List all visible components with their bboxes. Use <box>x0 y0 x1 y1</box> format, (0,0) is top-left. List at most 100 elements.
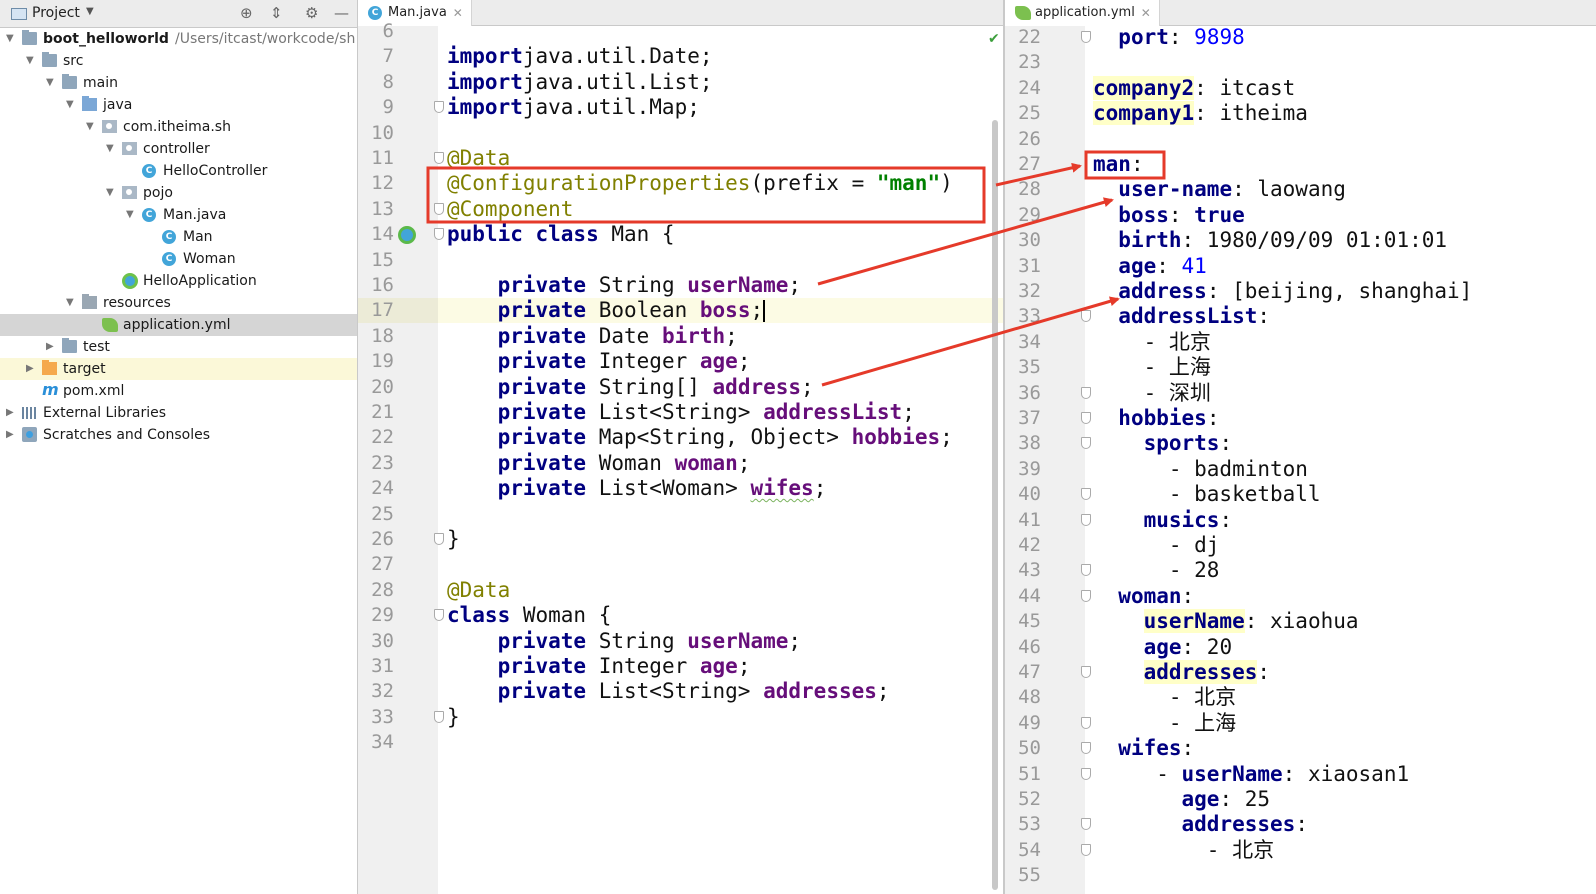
hide-panel-icon[interactable]: — <box>334 4 349 22</box>
spring-bean-icon[interactable] <box>398 226 416 244</box>
java-code-area[interactable]: 6 7 importjava.util.Date; 8 importjava.util.… <box>358 0 1003 894</box>
tree-item[interactable]: ▶ External Libraries <box>0 402 357 424</box>
fold-marker-icon[interactable] <box>434 533 444 545</box>
tree-item[interactable]: ▼ com.itheima.sh <box>0 116 357 138</box>
fold-marker-icon[interactable] <box>1081 767 1091 780</box>
fold-marker-icon[interactable] <box>1081 31 1091 43</box>
chevron-down-icon[interactable]: ▼ <box>46 72 54 94</box>
code-line: - badminton <box>1093 457 1308 482</box>
code-line: @ConfigurationProperties(prefix = "man") <box>447 171 953 196</box>
project-view-selector[interactable]: Project <box>32 5 80 21</box>
fold-marker-icon[interactable] <box>1081 310 1091 323</box>
tree-item-label: pom.xml <box>63 383 125 399</box>
chevron-down-icon[interactable]: ▼ <box>106 182 114 204</box>
fold-marker-icon[interactable] <box>434 101 444 114</box>
fold-marker-icon[interactable] <box>434 609 444 622</box>
code-token: private <box>497 400 587 424</box>
chevron-right-icon[interactable]: ▶ <box>46 336 54 358</box>
tree-item[interactable]: m pom.xml <box>0 380 357 402</box>
line-number: 34 <box>371 731 394 754</box>
tree-item[interactable]: C HelloController <box>0 160 357 182</box>
line-number: 22 <box>1018 26 1041 48</box>
fold-marker-icon[interactable] <box>1081 716 1091 729</box>
tree-item[interactable]: C Woman <box>0 248 357 270</box>
chevron-down-icon[interactable]: ▼ <box>6 28 14 50</box>
tree-item[interactable]: ▼ controller <box>0 138 357 160</box>
code-token: - dj <box>1093 533 1220 557</box>
chevron-down-icon[interactable]: ▼ <box>86 6 94 17</box>
code-token: @Data <box>447 577 511 602</box>
code-token: ; <box>737 654 751 678</box>
chevron-down-icon[interactable]: ▼ <box>26 50 34 72</box>
vertical-scrollbar[interactable] <box>992 120 998 890</box>
gear-icon[interactable]: ⚙ <box>305 4 318 22</box>
collapse-all-icon[interactable]: ⇕ <box>270 4 283 22</box>
fold-marker-icon[interactable] <box>434 202 444 215</box>
code-line: addresses: <box>1093 660 1270 685</box>
chevron-down-icon[interactable]: ▼ <box>86 116 94 138</box>
yml-code-area[interactable]: 22 port: 9898 23 24 company2: itcast 25 compa… <box>1005 0 1596 894</box>
tree-item-label: Scratches and Consoles <box>43 427 210 443</box>
tree-item[interactable]: ▶ target <box>0 358 357 380</box>
code-token: - 北京 <box>1093 329 1211 354</box>
fold-marker-icon[interactable] <box>1081 437 1091 450</box>
chevron-right-icon[interactable]: ▶ <box>26 358 34 380</box>
code-line: address: [beijing, shanghai] <box>1093 279 1472 304</box>
line-number: 47 <box>1018 661 1041 683</box>
code-token: address <box>1118 279 1207 303</box>
fold-marker-icon[interactable] <box>1081 843 1091 856</box>
fold-marker-icon[interactable] <box>1081 386 1091 399</box>
fold-marker-icon[interactable] <box>1081 818 1091 831</box>
line-number: 36 <box>1018 381 1041 404</box>
tree-item[interactable]: application.yml <box>0 314 357 336</box>
code-token: true <box>1194 202 1245 227</box>
fold-marker-icon[interactable] <box>434 710 444 723</box>
tree-item[interactable]: ▼ java <box>0 94 357 116</box>
fold-marker-icon[interactable] <box>1081 742 1091 755</box>
code-token: Integer <box>586 349 700 374</box>
code-token: : <box>1181 736 1195 761</box>
code-token: : <box>1206 406 1220 430</box>
line-number: 16 <box>371 274 394 296</box>
fold-marker-icon[interactable] <box>1081 488 1091 501</box>
line-number: 18 <box>371 324 394 347</box>
line-number: 50 <box>1018 737 1041 760</box>
chevron-down-icon[interactable]: ▼ <box>66 94 74 116</box>
code-line: man: <box>1093 152 1144 177</box>
fold-marker-icon[interactable] <box>434 152 444 164</box>
tree-item[interactable]: ▼ resources <box>0 292 357 314</box>
chevron-down-icon[interactable]: ▼ <box>66 292 74 314</box>
locate-file-icon[interactable]: ⊕ <box>240 4 253 22</box>
line-number: 27 <box>371 553 394 576</box>
fold-marker-icon[interactable] <box>434 228 444 241</box>
tree-item[interactable]: ▼ boot_helloworld/Users/itcast/workcode/s… <box>0 28 357 50</box>
code-line: @Data <box>447 146 510 171</box>
tree-item[interactable]: HelloApplication <box>0 270 357 292</box>
chevron-down-icon[interactable]: ▼ <box>126 204 134 226</box>
fold-marker-icon[interactable] <box>1081 564 1091 577</box>
tree-item[interactable]: ▼ src <box>0 50 357 72</box>
tree-item[interactable]: ▶ Scratches and Consoles <box>0 424 357 446</box>
fold-marker-icon[interactable] <box>1081 589 1091 602</box>
tree-item[interactable]: C Man <box>0 226 357 248</box>
chevron-right-icon[interactable]: ▶ <box>6 402 14 424</box>
code-token: String <box>586 628 688 653</box>
inspection-ok-icon[interactable]: ✔ <box>988 31 1000 47</box>
folder-icon <box>62 74 77 89</box>
tree-item[interactable]: ▶ test <box>0 336 357 358</box>
chevron-down-icon[interactable]: ▼ <box>106 138 114 160</box>
code-line: company1: itheima <box>1093 101 1308 126</box>
chevron-right-icon[interactable]: ▶ <box>6 424 14 446</box>
tree-item[interactable]: ▼ C Man.java <box>0 204 357 226</box>
tree-item[interactable]: ▼ main <box>0 72 357 94</box>
tree-item[interactable]: ▼ pojo <box>0 182 357 204</box>
project-panel-header: Project ▼ ⊕ ⇕ ⚙ — <box>0 0 357 28</box>
fold-marker-icon[interactable] <box>1081 666 1091 678</box>
fold-marker-icon[interactable] <box>1081 412 1091 424</box>
code-line: sports: <box>1093 431 1233 456</box>
fold-marker-icon[interactable] <box>1081 513 1091 526</box>
